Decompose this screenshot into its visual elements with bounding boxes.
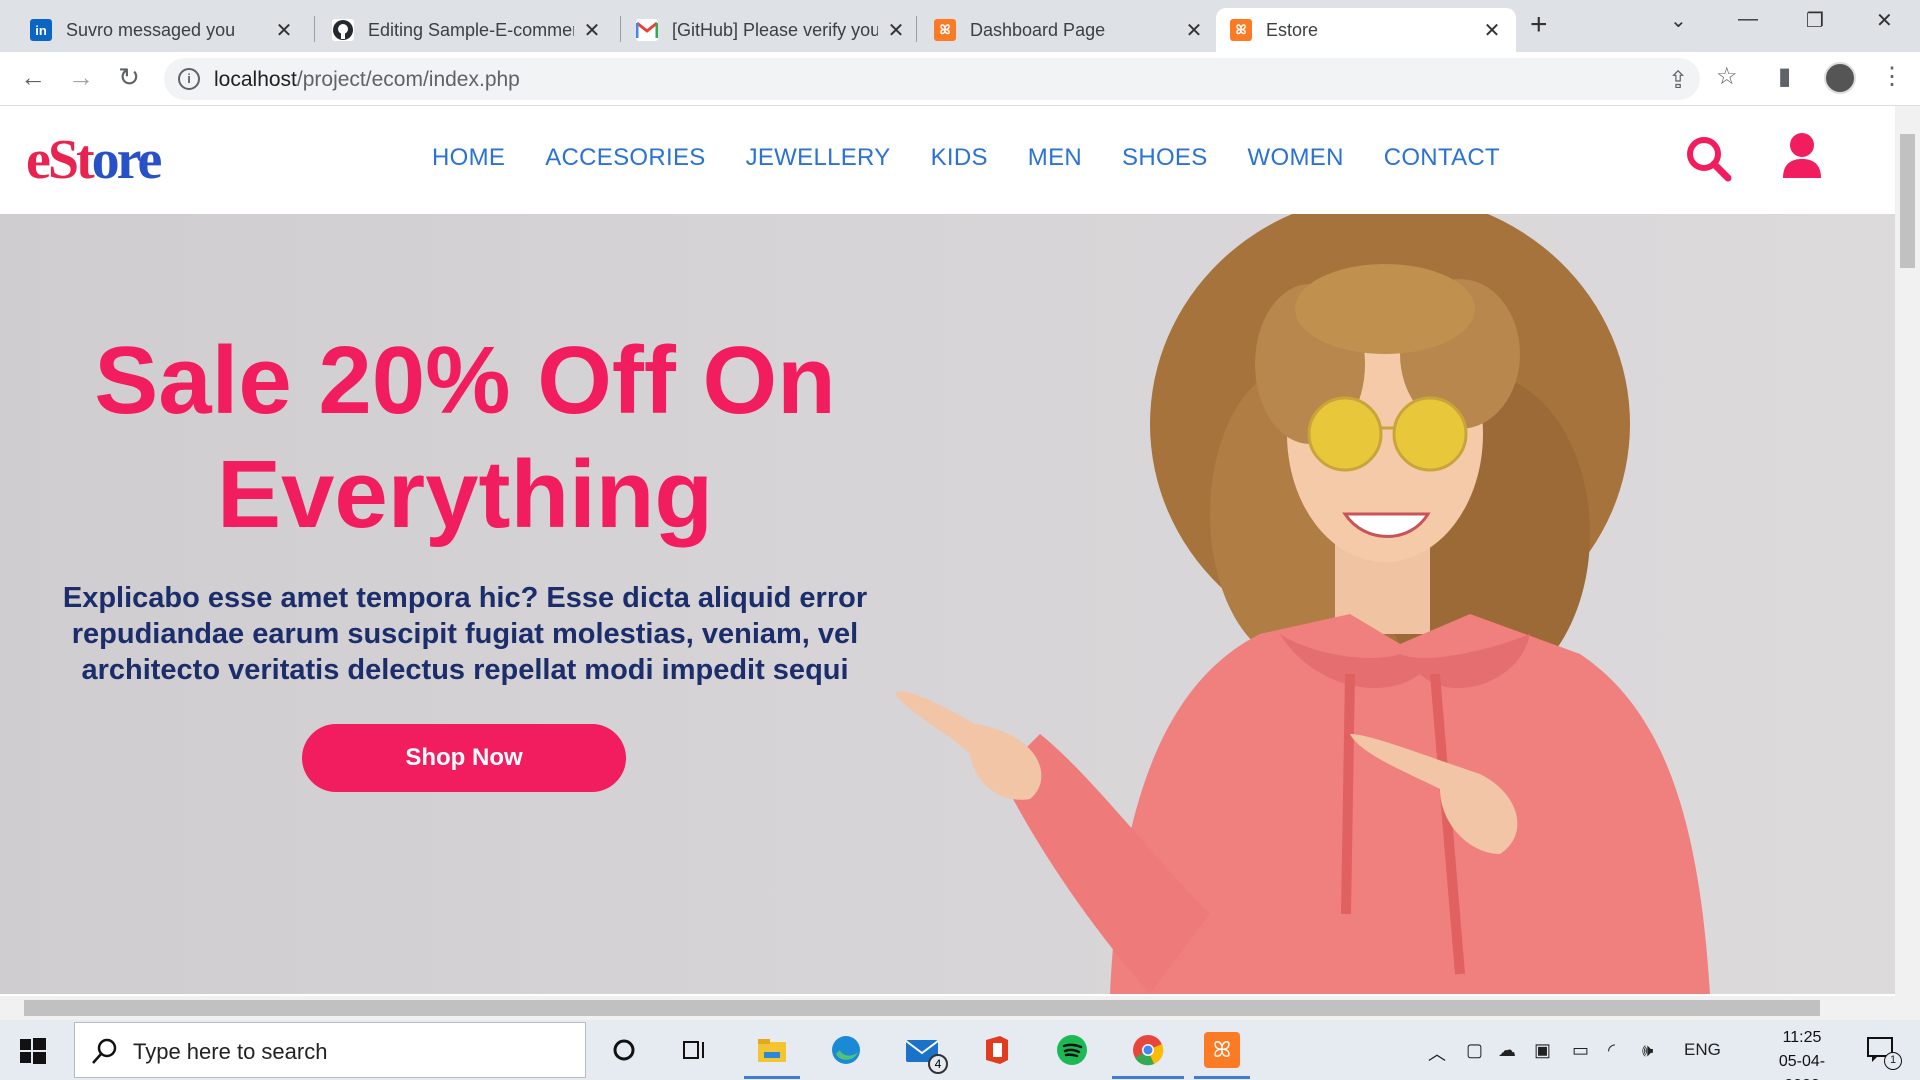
close-tab-icon[interactable]: ✕ xyxy=(1482,18,1502,43)
xampp-icon: ꕤ xyxy=(934,19,956,41)
github-icon xyxy=(332,19,354,41)
side-panel-icon[interactable]: ▮ xyxy=(1778,62,1791,91)
task-view-icon[interactable] xyxy=(678,1032,714,1068)
linkedin-icon: in xyxy=(30,19,52,41)
windows-start-icon[interactable] xyxy=(20,1038,46,1064)
nav-kids[interactable]: KIDS xyxy=(931,144,988,172)
address-bar[interactable]: i localhost/project/ecom/index.php ⇪ xyxy=(164,58,1700,100)
estore-logo[interactable]: eStore xyxy=(26,128,162,192)
tab-title: Suvro messaged you xyxy=(66,19,236,40)
nav-home[interactable]: HOME xyxy=(432,144,505,172)
shop-now-button[interactable]: Shop Now xyxy=(302,724,626,792)
search-icon xyxy=(92,1038,117,1064)
search-placeholder: Type here to search xyxy=(133,1039,328,1064)
chrome-icon[interactable] xyxy=(1130,1032,1166,1068)
scroll-thumb[interactable] xyxy=(24,1000,1820,1016)
close-tab-icon[interactable]: ✕ xyxy=(1184,18,1204,43)
battery-icon[interactable]: ▭ xyxy=(1572,1040,1589,1061)
bookmark-star-icon[interactable]: ☆ xyxy=(1716,62,1738,91)
vertical-scrollbar[interactable] xyxy=(1895,106,1920,1020)
onedrive-icon[interactable]: ☁ xyxy=(1498,1040,1516,1061)
volume-icon[interactable]: 🕪 xyxy=(1642,1040,1653,1061)
tab-search-icon[interactable]: ⌄ xyxy=(1670,8,1687,33)
minimize-button[interactable]: — xyxy=(1738,8,1758,31)
nav-women[interactable]: WOMEN xyxy=(1248,144,1344,172)
file-explorer-icon[interactable] xyxy=(754,1032,790,1068)
browser-tab-strip: in Suvro messaged you ✕ Editing Sample-E… xyxy=(0,0,1920,52)
close-tab-icon[interactable]: ✕ xyxy=(886,18,906,43)
forward-button[interactable]: → xyxy=(66,62,96,92)
windows-taskbar: Type here to search 4 ꕤ ︿ ▢ ☁ ▣ ▭ ◜ 🕪 EN… xyxy=(0,1020,1920,1080)
spotify-icon[interactable] xyxy=(1054,1032,1090,1068)
mail-badge: 4 xyxy=(928,1054,948,1074)
notification-center-icon[interactable]: 1 xyxy=(1866,1036,1902,1070)
resource-monitor-icon[interactable]: ▣ xyxy=(1534,1040,1551,1061)
hero-banner: Sale 20% Off On Everything Explicabo esse… xyxy=(0,214,1895,994)
close-tab-icon[interactable]: ✕ xyxy=(582,18,602,43)
language-indicator[interactable]: ENG xyxy=(1684,1040,1721,1060)
hero-description: Explicabo esse amet tempora hic? Esse di… xyxy=(62,582,868,686)
xampp-icon[interactable]: ꕤ xyxy=(1204,1032,1240,1068)
screen: in Suvro messaged you ✕ Editing Sample-E… xyxy=(0,0,1920,1080)
tab-gmail[interactable]: [GitHub] Please verify you ✕ xyxy=(622,8,920,52)
close-tab-icon[interactable]: ✕ xyxy=(274,18,294,43)
main-nav: HOME ACCESORIES JEWELLERY KIDS MEN SHOES… xyxy=(432,144,1540,172)
tab-title: [GitHub] Please verify you xyxy=(672,19,878,40)
show-hidden-icons-chevron-icon[interactable]: ︿ xyxy=(1428,1040,1446,1066)
hero-headline: Sale 20% Off On Everything xyxy=(94,327,836,548)
horizontal-scrollbar[interactable] xyxy=(0,996,1895,1020)
nav-shoes[interactable]: SHOES xyxy=(1122,144,1208,172)
nav-accesories[interactable]: ACCESORIES xyxy=(545,144,705,172)
share-icon[interactable]: ⇪ xyxy=(1668,66,1688,95)
reload-button[interactable]: ↻ xyxy=(114,62,144,92)
site-header: eStore HOME ACCESORIES JEWELLERY KIDS ME… xyxy=(0,106,1895,214)
search-icon[interactable] xyxy=(1684,134,1732,187)
wifi-icon[interactable]: ◜ xyxy=(1608,1040,1615,1061)
tab-title: Dashboard Page xyxy=(970,19,1106,40)
user-icon[interactable] xyxy=(1780,132,1824,185)
taskbar-clock[interactable]: 11:25 05-04-2022 xyxy=(1762,1026,1842,1080)
new-tab-button[interactable]: + xyxy=(1530,10,1548,40)
xampp-icon: ꕤ xyxy=(1230,19,1252,41)
tab-linkedin[interactable]: in Suvro messaged you ✕ xyxy=(16,8,308,52)
back-button[interactable]: ← xyxy=(18,62,48,92)
cortana-icon[interactable] xyxy=(606,1032,642,1068)
tab-title: Editing Sample-E-commer xyxy=(368,19,574,40)
restore-button[interactable]: ❐ xyxy=(1806,8,1824,33)
hero-model-image xyxy=(895,214,1710,994)
nav-men[interactable]: MEN xyxy=(1028,144,1082,172)
url-text[interactable]: localhost/project/ecom/index.php xyxy=(214,68,520,92)
nav-contact[interactable]: CONTACT xyxy=(1384,144,1500,172)
scroll-thumb[interactable] xyxy=(1900,134,1915,268)
close-window-button[interactable]: ✕ xyxy=(1876,8,1893,33)
site-info-icon[interactable]: i xyxy=(178,68,200,90)
tab-github[interactable]: Editing Sample-E-commer ✕ xyxy=(318,8,616,52)
nav-jewellery[interactable]: JEWELLERY xyxy=(746,144,891,172)
meet-now-icon[interactable]: ▢ xyxy=(1466,1040,1483,1061)
office-icon[interactable] xyxy=(978,1032,1014,1068)
edge-icon[interactable] xyxy=(828,1032,864,1068)
taskbar-search-box[interactable]: Type here to search xyxy=(74,1022,586,1078)
mail-icon[interactable]: 4 xyxy=(904,1032,948,1074)
notification-badge: 1 xyxy=(1884,1052,1902,1070)
browser-toolbar: ← → ↻ i localhost/project/ecom/index.php… xyxy=(0,52,1920,106)
gmail-icon xyxy=(636,19,658,41)
tab-title: Estore xyxy=(1266,19,1319,40)
clock-time: 11:25 xyxy=(1782,1029,1822,1046)
web-page: eStore HOME ACCESORIES JEWELLERY KIDS ME… xyxy=(0,106,1895,1020)
clock-date: 05-04-2022 xyxy=(1778,1053,1826,1080)
tab-dashboard[interactable]: ꕤ Dashboard Page ✕ xyxy=(920,8,1218,52)
menu-kebab-icon[interactable]: ⋮ xyxy=(1880,62,1904,91)
profile-avatar[interactable] xyxy=(1824,62,1856,94)
tab-estore[interactable]: ꕤ Estore ✕ xyxy=(1216,8,1516,52)
